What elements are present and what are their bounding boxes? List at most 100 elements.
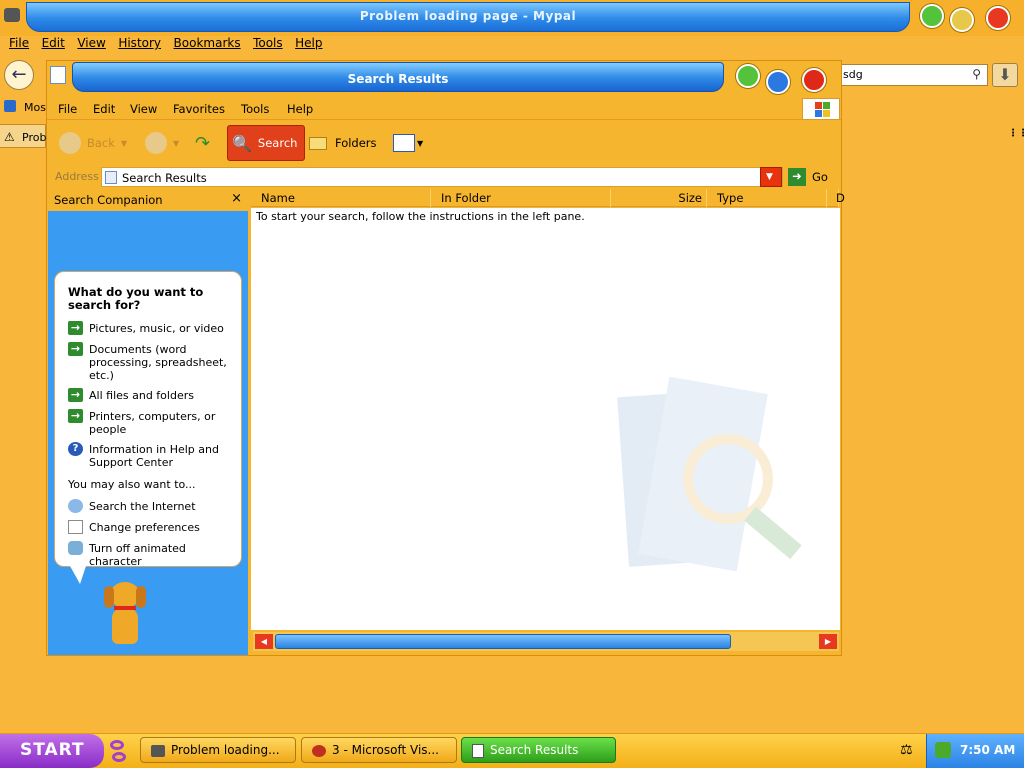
- clock: 7:50 AM: [960, 743, 1016, 757]
- search-button[interactable]: 🔍 Search: [227, 125, 305, 161]
- address-field[interactable]: Search Results: [101, 167, 783, 187]
- forward-icon: [145, 132, 167, 154]
- option-change-preferences[interactable]: Change preferences: [68, 520, 238, 534]
- wmenu-file[interactable]: File: [58, 102, 77, 116]
- option-search-internet[interactable]: Search the Internet: [68, 499, 238, 513]
- window-icon: [50, 66, 66, 84]
- window-maximize-button[interactable]: [766, 70, 790, 94]
- col-date[interactable]: D: [827, 189, 845, 207]
- url-text: sdg: [843, 68, 863, 81]
- character-icon: [68, 541, 83, 555]
- menu-bookmarks[interactable]: Bookmarks: [174, 36, 241, 50]
- download-arrow-icon[interactable]: ⬇: [992, 63, 1018, 87]
- close-button[interactable]: [986, 6, 1010, 30]
- task-visual-studio[interactable]: 3 - Microsoft Vis...: [301, 737, 457, 763]
- forward-button[interactable]: ▼: [145, 125, 179, 161]
- search-hint: To start your search, follow the instruc…: [256, 210, 585, 223]
- col-type[interactable]: Type: [707, 189, 827, 207]
- col-name[interactable]: Name: [251, 189, 431, 207]
- browser-tab[interactable]: ⚠ Prob: [0, 124, 46, 148]
- address-label: Address: [55, 170, 99, 183]
- maximize-button[interactable]: [950, 8, 974, 32]
- windows-logo-icon: [802, 98, 840, 120]
- menu-file[interactable]: File: [9, 36, 29, 50]
- search-watermark-icon: [617, 376, 802, 584]
- quicklaunch-icon[interactable]: [106, 738, 130, 764]
- mypal-logo-icon: [4, 8, 20, 22]
- back-icon: [59, 132, 81, 154]
- search-question: What do you want to search for?: [68, 285, 204, 312]
- option-turn-off-character[interactable]: Turn off animated character: [68, 541, 238, 568]
- window-minimize-button[interactable]: [736, 64, 760, 88]
- dog-character-icon[interactable]: [100, 578, 152, 648]
- window-title-bar: Search Results: [72, 62, 724, 92]
- option-printers[interactable]: → Printers, computers, or people: [68, 409, 238, 436]
- browser-title-bar: Problem loading page - Mypal: [0, 0, 1024, 36]
- close-pane-icon[interactable]: ×: [231, 191, 242, 206]
- page-icon: [105, 171, 117, 184]
- task-problem-loading[interactable]: Problem loading...: [140, 737, 296, 763]
- folder-icon: [309, 136, 327, 150]
- wmenu-view[interactable]: View: [130, 102, 157, 116]
- window-toolbar: Back ▼ ▼ ↷ 🔍 Search Folders ▼: [47, 121, 841, 165]
- green-arrow-icon: →: [68, 409, 83, 423]
- menu-history[interactable]: History: [118, 36, 161, 50]
- results-column-header: Name In Folder Size Type D: [251, 189, 845, 207]
- start-button[interactable]: START: [0, 734, 104, 768]
- bookmark-item[interactable]: Mos: [24, 101, 46, 114]
- window-title: Search Results: [347, 72, 449, 86]
- visual-studio-task-icon: [312, 744, 326, 757]
- search-icon[interactable]: ⚲: [972, 67, 981, 81]
- scroll-left-icon[interactable]: ◀: [255, 634, 273, 649]
- minimize-button[interactable]: [920, 4, 944, 28]
- warning-icon: ⚠: [4, 130, 15, 144]
- wmenu-help[interactable]: Help: [287, 102, 313, 116]
- option-help-center[interactable]: ? Information in Help and Support Center: [68, 442, 238, 469]
- browser-menubar: File Edit View History Bookmarks Tools H…: [0, 36, 1024, 56]
- preferences-icon: [68, 520, 83, 534]
- bubble-tail: [70, 566, 86, 584]
- wmenu-favorites[interactable]: Favorites: [173, 102, 225, 116]
- tray-app-icon[interactable]: [935, 742, 951, 758]
- back-arrow-icon[interactable]: ←: [4, 60, 34, 90]
- up-folder-icon[interactable]: ↷: [195, 125, 210, 161]
- go-arrow-icon: ➜: [788, 168, 806, 186]
- globe-search-icon: [68, 499, 83, 513]
- mypal-task-icon: [151, 744, 165, 757]
- search-options-bubble: What do you want to search for? → Pictur…: [54, 271, 242, 568]
- col-in-folder[interactable]: In Folder: [431, 189, 611, 207]
- magnifier-icon: 🔍: [232, 133, 252, 153]
- tab-label: Prob: [22, 131, 47, 144]
- network-tray-icon[interactable]: ⚖: [900, 742, 913, 758]
- green-arrow-icon: →: [68, 321, 83, 335]
- col-size[interactable]: Size: [611, 189, 707, 207]
- url-bar[interactable]: sdg ⚲: [838, 64, 988, 86]
- scroll-right-icon[interactable]: ▶: [819, 634, 837, 649]
- green-arrow-icon: →: [68, 342, 83, 356]
- views-button[interactable]: ▼: [393, 125, 423, 161]
- green-arrow-icon: →: [68, 388, 83, 402]
- address-dropdown-button[interactable]: ▼: [760, 167, 782, 187]
- menu-help[interactable]: Help: [295, 36, 322, 50]
- bookmark-icon: [4, 100, 16, 112]
- help-icon: ?: [68, 442, 83, 456]
- views-icon: [393, 134, 415, 152]
- folders-button[interactable]: Folders: [309, 125, 377, 161]
- wmenu-tools[interactable]: Tools: [241, 102, 269, 116]
- option-documents[interactable]: → Documents (word processing, spreadshee…: [68, 342, 238, 382]
- wmenu-edit[interactable]: Edit: [93, 102, 115, 116]
- tab-list-icon[interactable]: ⋮⋮: [1008, 128, 1024, 139]
- window-close-button[interactable]: [802, 68, 826, 92]
- menu-edit[interactable]: Edit: [42, 36, 65, 50]
- bookmarks-toolbar: Mos: [0, 97, 46, 119]
- option-all-files[interactable]: → All files and folders: [68, 388, 238, 402]
- back-button[interactable]: Back ▼: [59, 125, 127, 161]
- menu-view[interactable]: View: [77, 36, 105, 50]
- task-search-results[interactable]: Search Results: [461, 737, 616, 763]
- window-menubar: File Edit View Favorites Tools Help: [47, 98, 841, 120]
- search-results-task-icon: [472, 743, 484, 758]
- menu-tools[interactable]: Tools: [253, 36, 283, 50]
- option-pictures[interactable]: → Pictures, music, or video: [68, 321, 238, 335]
- scrollbar-thumb[interactable]: [275, 634, 731, 649]
- go-button[interactable]: ➜ Go: [788, 167, 840, 187]
